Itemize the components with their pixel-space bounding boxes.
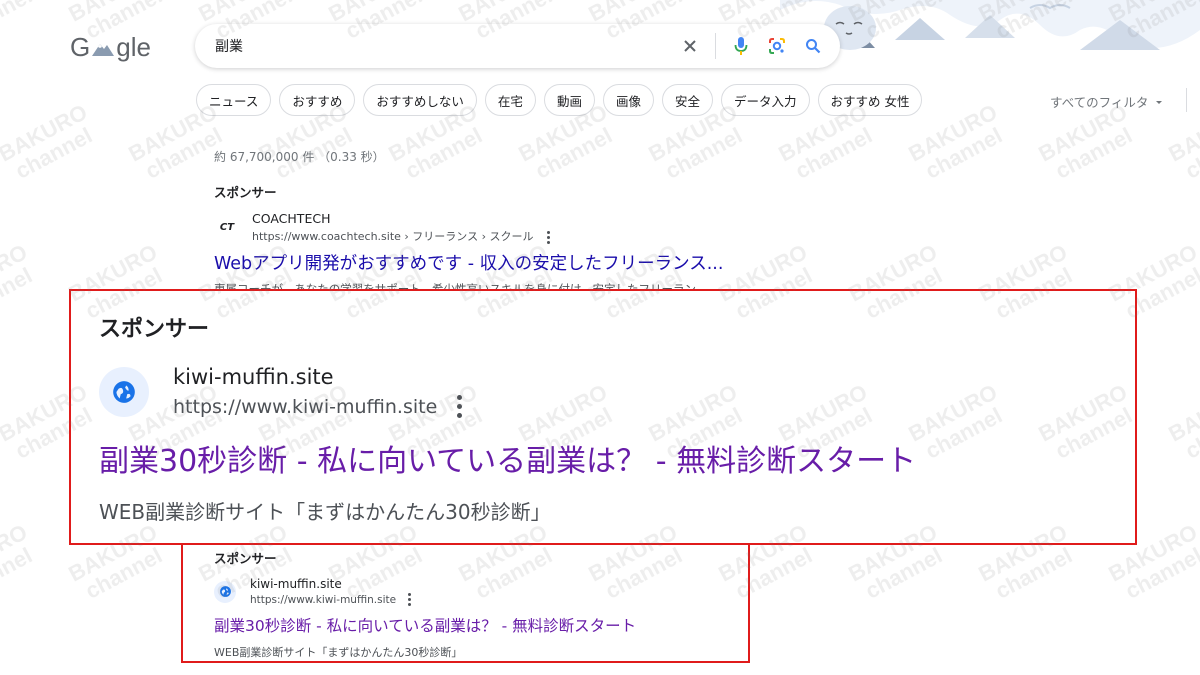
result-snippet: WEB副業診断サイト「まずはかんたん30秒診断」 <box>214 646 463 659</box>
more-options-icon[interactable] <box>546 230 550 244</box>
globe-icon <box>99 366 149 417</box>
chip-recommended-women[interactable]: おすすめ 女性 <box>817 84 923 116</box>
site-name[interactable]: COACHTECH <box>252 211 550 226</box>
watermark-text: BAKUROchannel <box>1164 99 1200 184</box>
search-box[interactable]: 副業 <box>195 24 840 68</box>
chevron-down-icon <box>1156 100 1163 104</box>
chip-news[interactable]: ニュース <box>196 84 272 116</box>
display-url[interactable]: https://www.kiwi-muffin.site <box>173 395 463 418</box>
filter-chips: ニュース おすすめ おすすめしない 在宅 動画 画像 安全 データ入力 おすすめ… <box>196 84 923 116</box>
coachtech-favicon: CT <box>219 222 235 233</box>
clear-icon[interactable] <box>679 35 701 57</box>
sponsored-label: スポンサー <box>214 185 277 200</box>
result-snippet: WEB副業診断サイト「まずはかんたん30秒診断」 <box>99 500 551 524</box>
chip-videos[interactable]: 動画 <box>543 84 595 116</box>
watermark-text: BAKUROchannel <box>1034 99 1137 184</box>
chip-images[interactable]: 画像 <box>602 84 654 116</box>
all-filters-button[interactable]: すべてのフィルタ <box>1050 92 1164 111</box>
watermark-text: BAKUROchannel <box>0 519 37 604</box>
more-options-icon[interactable] <box>457 395 463 418</box>
sponsored-label: スポンサー <box>99 317 210 342</box>
chip-not-recommended[interactable]: おすすめしない <box>363 84 477 116</box>
search-icon[interactable] <box>802 35 824 57</box>
display-url[interactable]: https://www.kiwi-muffin.site <box>250 593 412 606</box>
more-options-icon[interactable] <box>408 593 412 606</box>
chip-recommended[interactable]: おすすめ <box>279 84 356 116</box>
globe-icon <box>214 580 236 603</box>
search-input[interactable]: 副業 <box>215 36 679 56</box>
logo-letter-g: G <box>70 32 91 62</box>
sponsored-result-coachtech: スポンサー CT COACHTECH https://www.coachtech… <box>214 182 814 295</box>
chip-at-home[interactable]: 在宅 <box>484 84 536 116</box>
search-divider <box>715 33 716 59</box>
watermark-text: BAKUROchannel <box>0 0 37 44</box>
chip-data-entry[interactable]: データ入力 <box>720 84 810 116</box>
site-name[interactable]: kiwi-muffin.site <box>173 365 462 389</box>
watermark-text: BAKUROchannel <box>0 239 37 324</box>
logo-letters-gle: gle <box>116 32 151 62</box>
mountain-icon <box>92 43 115 56</box>
google-doodle-logo[interactable]: G gle <box>70 32 151 63</box>
watermark-text: BAKUROchannel <box>1164 379 1200 464</box>
display-url[interactable]: https://www.coachtech.site › フリーランス › スク… <box>252 228 550 244</box>
result-title-link[interactable]: 副業30秒診断 - 私に向いている副業は？ - 無料診断スタート <box>99 436 1119 480</box>
sponsored-label: スポンサー <box>214 551 277 566</box>
highlighted-zoomed-ad: スポンサー kiwi-muffin.site https://www.kiwi-… <box>69 289 1137 545</box>
result-title-link[interactable]: Webアプリ開発がおすすめです - 収入の安定したフリーランス... <box>214 250 814 275</box>
microphone-icon[interactable] <box>730 35 752 57</box>
site-name[interactable]: kiwi-muffin.site <box>250 577 411 591</box>
watermark-text: BAKUROchannel <box>0 99 97 184</box>
sponsored-result-kiwi-zoomed: スポンサー kiwi-muffin.site https://www.kiwi-… <box>99 311 1119 525</box>
chip-safe[interactable]: 安全 <box>661 84 713 116</box>
all-filters-label: すべてのフィルタ <box>1050 95 1149 110</box>
doodle-illustration <box>780 0 1200 50</box>
google-lens-icon[interactable] <box>766 35 788 57</box>
toolbar-divider <box>1186 88 1187 112</box>
result-stats: 約 67,700,000 件 （0.33 秒） <box>214 150 385 164</box>
sponsored-result-kiwi: スポンサー kiwi-muffin.site https://www.kiwi-… <box>214 548 734 660</box>
result-title-link[interactable]: 副業30秒診断 - 私に向いている副業は？ - 無料診断スタート <box>214 614 734 636</box>
